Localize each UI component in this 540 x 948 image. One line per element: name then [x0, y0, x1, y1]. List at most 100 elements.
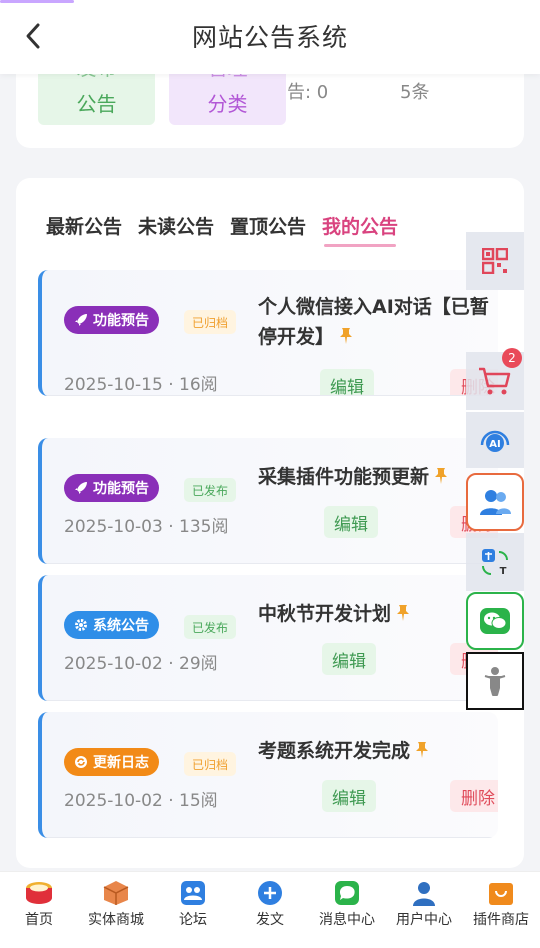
announcement-item[interactable]: 系统公告 已发布 中秋节开发计划 2025-10-02 · 29阅 编辑 删除 — [38, 575, 498, 701]
wechat-icon — [480, 608, 510, 634]
nav-post[interactable]: 发文 — [231, 878, 309, 928]
tab-unread[interactable]: 未读公告 — [138, 212, 214, 247]
nav-store-label: 实体商城 — [88, 912, 144, 928]
date: 2025-10-02 — [64, 791, 163, 811]
drum-icon — [26, 882, 52, 904]
cart-button[interactable]: 2 — [466, 348, 524, 410]
ai-icon: AI — [480, 430, 510, 452]
announcement-title[interactable]: 采集插件功能预更新 — [258, 462, 498, 492]
top-bar: 网站公告系统 — [0, 0, 540, 74]
announcement-meta: 2025-10-02 · 29阅 — [64, 649, 218, 674]
status-badge: 已发布 — [184, 615, 237, 639]
translate-button[interactable]: T — [466, 533, 524, 591]
pin-icon — [340, 328, 353, 344]
cart-count-badge: 2 — [502, 348, 522, 368]
tab-pinned[interactable]: 置顶公告 — [230, 212, 306, 247]
rocket-icon — [75, 482, 87, 494]
page-title: 网站公告系统 — [191, 23, 348, 52]
daily-quota-value: 5条 — [400, 82, 430, 103]
date: 2025-10-03 — [64, 517, 163, 537]
users-icon — [480, 490, 511, 515]
announcement-meta: 2025-10-15 · 16阅 — [64, 370, 218, 395]
status-badge: 已归档 — [184, 310, 237, 334]
announcement-title[interactable]: 中秋节开发计划 — [258, 599, 498, 629]
ai-icon-label: AI — [489, 439, 500, 450]
status-badge: 已归档 — [184, 752, 237, 776]
nav-messages[interactable]: 消息中心 — [308, 878, 386, 928]
shop-icon — [489, 883, 513, 905]
nav-user-label: 用户中心 — [396, 912, 452, 928]
tab-latest[interactable]: 最新公告 — [46, 212, 122, 247]
qr-code-button[interactable] — [466, 232, 524, 290]
nav-post-label: 发文 — [256, 912, 284, 928]
date: 2025-10-02 — [64, 654, 163, 674]
category-label: 功能预告 — [93, 313, 149, 329]
category-badge: 功能预告 — [64, 306, 159, 334]
announcement-meta: 2025-10-02 · 15阅 — [64, 786, 218, 811]
rocket-icon — [75, 314, 87, 326]
edit-button[interactable]: 编辑 — [324, 506, 378, 538]
announcement-item[interactable]: 功能预告 已归档 个人微信接入AI对话【已暂停开发】 2025-10-15 · … — [38, 270, 498, 396]
edit-button[interactable]: 编辑 — [322, 780, 376, 812]
unread-stat-value: 告: 0 — [287, 82, 329, 103]
category-label: 功能预告 — [93, 481, 149, 497]
accessibility-button[interactable] — [466, 652, 524, 710]
pin-icon — [435, 468, 448, 484]
status-badge: 已发布 — [184, 478, 237, 502]
announcement-title-text: 中秋节开发计划 — [258, 603, 392, 625]
nav-messages-label: 消息中心 — [319, 912, 375, 928]
announcement-item[interactable]: 功能预告 已发布 采集插件功能预更新 2025-10-03 · 135阅 编辑 … — [38, 438, 498, 564]
category-label: 系统公告 — [93, 618, 149, 634]
top-accent-line — [0, 0, 74, 3]
category-badge: 系统公告 — [64, 611, 159, 639]
gear-icon — [75, 619, 87, 631]
pin-icon — [416, 742, 429, 758]
date: 2025-10-15 — [64, 375, 163, 395]
message-icon — [335, 881, 359, 905]
nav-plugin-store[interactable]: 插件商店 — [462, 878, 540, 928]
announcement-title[interactable]: 考题系统开发完成 — [258, 736, 498, 766]
category-badge: 功能预告 — [64, 474, 159, 502]
delete-button[interactable]: 删除 — [450, 780, 498, 812]
nav-forum[interactable]: 论坛 — [154, 878, 232, 928]
forum-icon — [181, 881, 205, 905]
qr-code-icon — [482, 248, 508, 274]
nav-user[interactable]: 用户中心 — [385, 878, 463, 928]
nav-home[interactable]: 首页 — [0, 878, 78, 928]
bottom-nav: 首页 实体商城 论坛 发文 消息中心 用户中心 插件商店 — [0, 871, 540, 948]
tab-mine[interactable]: 我的公告 — [322, 212, 398, 247]
views: 29阅 — [179, 654, 218, 674]
edit-button[interactable]: 编辑 — [320, 369, 374, 396]
category-badge: 更新日志 — [64, 748, 159, 776]
user-group-button[interactable] — [466, 473, 524, 531]
cart-icon — [479, 367, 511, 395]
nav-store[interactable]: 实体商城 — [77, 878, 155, 928]
meta-separator: · — [168, 517, 174, 537]
pin-icon — [397, 605, 410, 621]
tab-bar: 最新公告 未读公告 置顶公告 我的公告 — [46, 212, 398, 247]
publish-label: 公告 — [76, 92, 117, 116]
announcement-title-text: 采集插件功能预更新 — [258, 466, 430, 488]
ai-chat-button[interactable]: AI — [466, 412, 524, 468]
announcement-title-text: 个人微信接入AI对话【已暂停开发】 — [258, 296, 489, 348]
user-icon — [413, 882, 435, 906]
wechat-button[interactable] — [466, 592, 524, 650]
nav-plugin-store-label: 插件商店 — [473, 912, 529, 928]
announcement-title-text: 考题系统开发完成 — [258, 740, 411, 762]
refresh-icon — [75, 756, 87, 768]
plus-circle-icon — [258, 881, 282, 905]
category-label: 更新日志 — [93, 755, 149, 771]
meta-separator: · — [168, 654, 174, 674]
views: 16阅 — [179, 375, 218, 395]
translate-icon: T — [482, 549, 508, 577]
announcement-item[interactable]: 更新日志 已归档 考题系统开发完成 2025-10-02 · 15阅 编辑 删除 — [38, 712, 498, 838]
announcement-meta: 2025-10-03 · 135阅 — [64, 512, 228, 537]
views: 135阅 — [179, 517, 229, 537]
views: 15阅 — [179, 791, 218, 811]
meta-separator: · — [168, 791, 174, 811]
nav-forum-label: 论坛 — [179, 912, 207, 928]
box-icon — [103, 881, 129, 905]
announcement-title[interactable]: 个人微信接入AI对话【已暂停开发】 — [258, 292, 498, 352]
edit-button[interactable]: 编辑 — [322, 643, 376, 675]
translate-icon-label: T — [500, 566, 507, 577]
